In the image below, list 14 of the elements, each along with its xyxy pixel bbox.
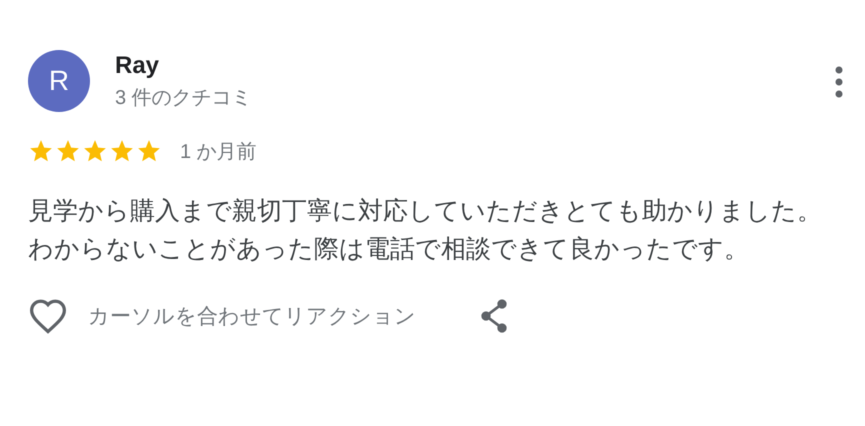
avatar: R	[28, 50, 90, 112]
heart-icon[interactable]	[28, 298, 68, 334]
review-time: 1 か月前	[180, 140, 257, 164]
star-icon	[28, 138, 54, 164]
review-text: わからないことがあった際は電話で相談できて良かったです。	[28, 234, 750, 265]
more-options-icon[interactable]	[835, 66, 843, 98]
review-count: 3 件のクチコミ	[115, 86, 252, 110]
star-icon	[55, 138, 81, 164]
review-text: 見学から購入まで親切丁寧に対応していただきとても助かりました。	[28, 196, 823, 227]
star-icon	[109, 138, 135, 164]
star-icon	[136, 138, 162, 164]
reaction-label[interactable]: カーソルを合わせてリアクション	[88, 302, 416, 330]
star-icon	[82, 138, 108, 164]
author-name[interactable]: Ray	[115, 52, 252, 80]
